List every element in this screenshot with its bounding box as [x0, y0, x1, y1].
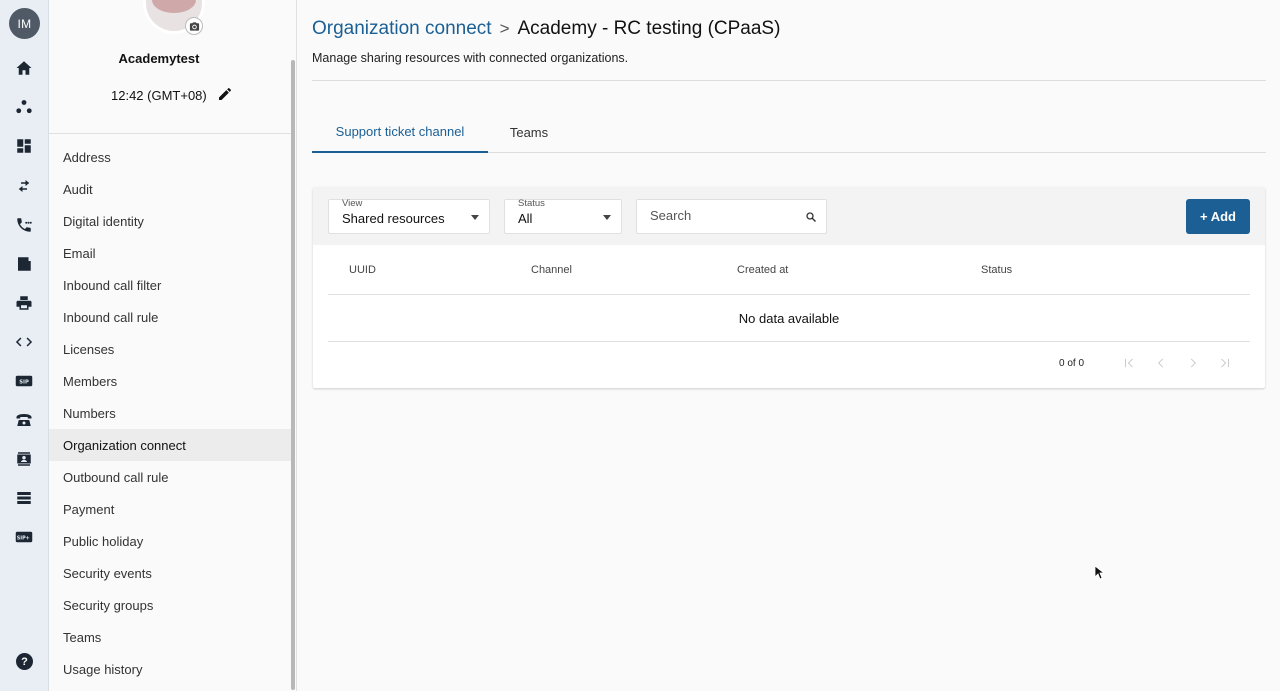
local-time: 12:42 (GMT+08)	[111, 88, 207, 103]
chevron-right-icon: >	[499, 19, 510, 38]
pagination-count: 0 of 0	[1059, 358, 1085, 369]
sidebar-item-organization-connect[interactable]: Organization connect	[49, 429, 291, 461]
sidebar-item-teams[interactable]: Teams	[49, 621, 291, 653]
sidebar-item-payment[interactable]: Payment	[49, 493, 291, 525]
caret-down-icon	[471, 215, 479, 220]
sip-plus-icon[interactable]: SIP+	[14, 527, 34, 547]
view-select[interactable]: View Shared resources	[328, 198, 490, 234]
transfer-arrows-icon[interactable]	[14, 176, 34, 196]
sidebar-item-public-holiday[interactable]: Public holiday	[49, 525, 291, 557]
server-list-icon[interactable]	[14, 488, 34, 508]
sidebar-item-inbound-call-filter[interactable]: Inbound call filter	[49, 269, 291, 301]
column-header-channel[interactable]: Channel	[531, 264, 572, 276]
side-divider	[49, 133, 291, 134]
home-icon[interactable]	[14, 58, 34, 78]
svg-text:SIP: SIP	[19, 379, 29, 385]
report-icon[interactable]	[14, 254, 34, 274]
sidebar-item-security-groups[interactable]: Security groups	[49, 589, 291, 621]
help-icon[interactable]: ?	[16, 653, 33, 670]
search-input[interactable]	[650, 208, 800, 223]
svg-text:SIP+: SIP+	[17, 535, 30, 541]
previous-page-icon[interactable]	[1153, 355, 1169, 371]
pencil-icon[interactable]	[217, 86, 233, 105]
column-header-status[interactable]: Status	[981, 264, 1012, 276]
page-title: Academy - RC testing (CPaaS)	[517, 18, 781, 39]
code-icon[interactable]	[14, 332, 34, 352]
table-toolbar: View Shared resources Status All + Add	[313, 187, 1265, 245]
first-page-icon[interactable]	[1121, 355, 1137, 371]
resources-table-card: View Shared resources Status All + Add U…	[313, 187, 1265, 388]
settings-nav: Address Audit Digital identity Email Inbound…	[49, 141, 291, 685]
sidebar-item-security-events[interactable]: Security events	[49, 557, 291, 589]
sip-icon[interactable]: SIP	[14, 371, 34, 391]
last-page-icon[interactable]	[1217, 355, 1233, 371]
status-select-label: Status	[518, 198, 545, 209]
header-divider	[312, 80, 1266, 81]
status-select[interactable]: Status All	[504, 198, 622, 234]
phone-settings-icon[interactable]	[14, 215, 34, 235]
sidebar-item-email[interactable]: Email	[49, 237, 291, 269]
sidebar-item-members[interactable]: Members	[49, 365, 291, 397]
desk-phone-icon[interactable]	[14, 410, 34, 430]
sidebar-item-licenses[interactable]: Licenses	[49, 333, 291, 365]
sidebar-item-audit[interactable]: Audit	[49, 173, 291, 205]
page-subtitle: Manage sharing resources with connected …	[312, 51, 629, 65]
printer-icon[interactable]	[14, 293, 34, 313]
contact-card-icon[interactable]	[14, 449, 34, 469]
view-select-value: Shared resources	[342, 211, 445, 226]
side-scrollbar[interactable]	[291, 60, 295, 690]
mouse-cursor-icon	[1095, 566, 1105, 580]
search-field	[636, 199, 827, 234]
camera-icon[interactable]	[185, 17, 203, 35]
sidebar-item-address[interactable]: Address	[49, 141, 291, 173]
column-header-created-at[interactable]: Created at	[737, 264, 788, 276]
sidebar-item-usage-history[interactable]: Usage history	[49, 653, 291, 685]
tab-bar: Support ticket channel Teams	[312, 112, 1266, 153]
sidebar-item-numbers[interactable]: Numbers	[49, 397, 291, 429]
sidebar-item-outbound-call-rule[interactable]: Outbound call rule	[49, 461, 291, 493]
settings-side-panel: Academytest 12:42 (GMT+08) Address Audit D…	[49, 0, 297, 691]
column-header-uuid[interactable]: UUID	[349, 264, 376, 276]
dashboard-icon[interactable]	[14, 136, 34, 156]
organization-name: Academytest	[118, 51, 200, 66]
hierarchy-icon[interactable]	[14, 97, 34, 117]
search-icon[interactable]	[805, 211, 817, 223]
add-button[interactable]: + Add	[1186, 199, 1250, 234]
main-content: Organization connect > Academy - RC test…	[298, 0, 1280, 691]
user-avatar[interactable]: IM	[9, 8, 40, 39]
sidebar-item-digital-identity[interactable]: Digital identity	[49, 205, 291, 237]
tab-support-ticket-channel[interactable]: Support ticket channel	[312, 112, 488, 153]
view-select-label: View	[342, 198, 363, 209]
icon-rail: IM SIP SIP+ ?	[0, 0, 49, 691]
sidebar-item-inbound-call-rule[interactable]: Inbound call rule	[49, 301, 291, 333]
timezone-row: 12:42 (GMT+08)	[111, 86, 233, 105]
next-page-icon[interactable]	[1185, 355, 1201, 371]
breadcrumb: Organization connect > Academy - RC test…	[312, 18, 780, 40]
table-header: UUID Channel Created at Status	[328, 245, 1250, 295]
tab-teams[interactable]: Teams	[498, 112, 560, 152]
status-select-value: All	[518, 211, 533, 226]
breadcrumb-link-organization-connect[interactable]: Organization connect	[312, 18, 492, 40]
caret-down-icon	[603, 215, 611, 220]
empty-state-message: No data available	[328, 295, 1250, 342]
